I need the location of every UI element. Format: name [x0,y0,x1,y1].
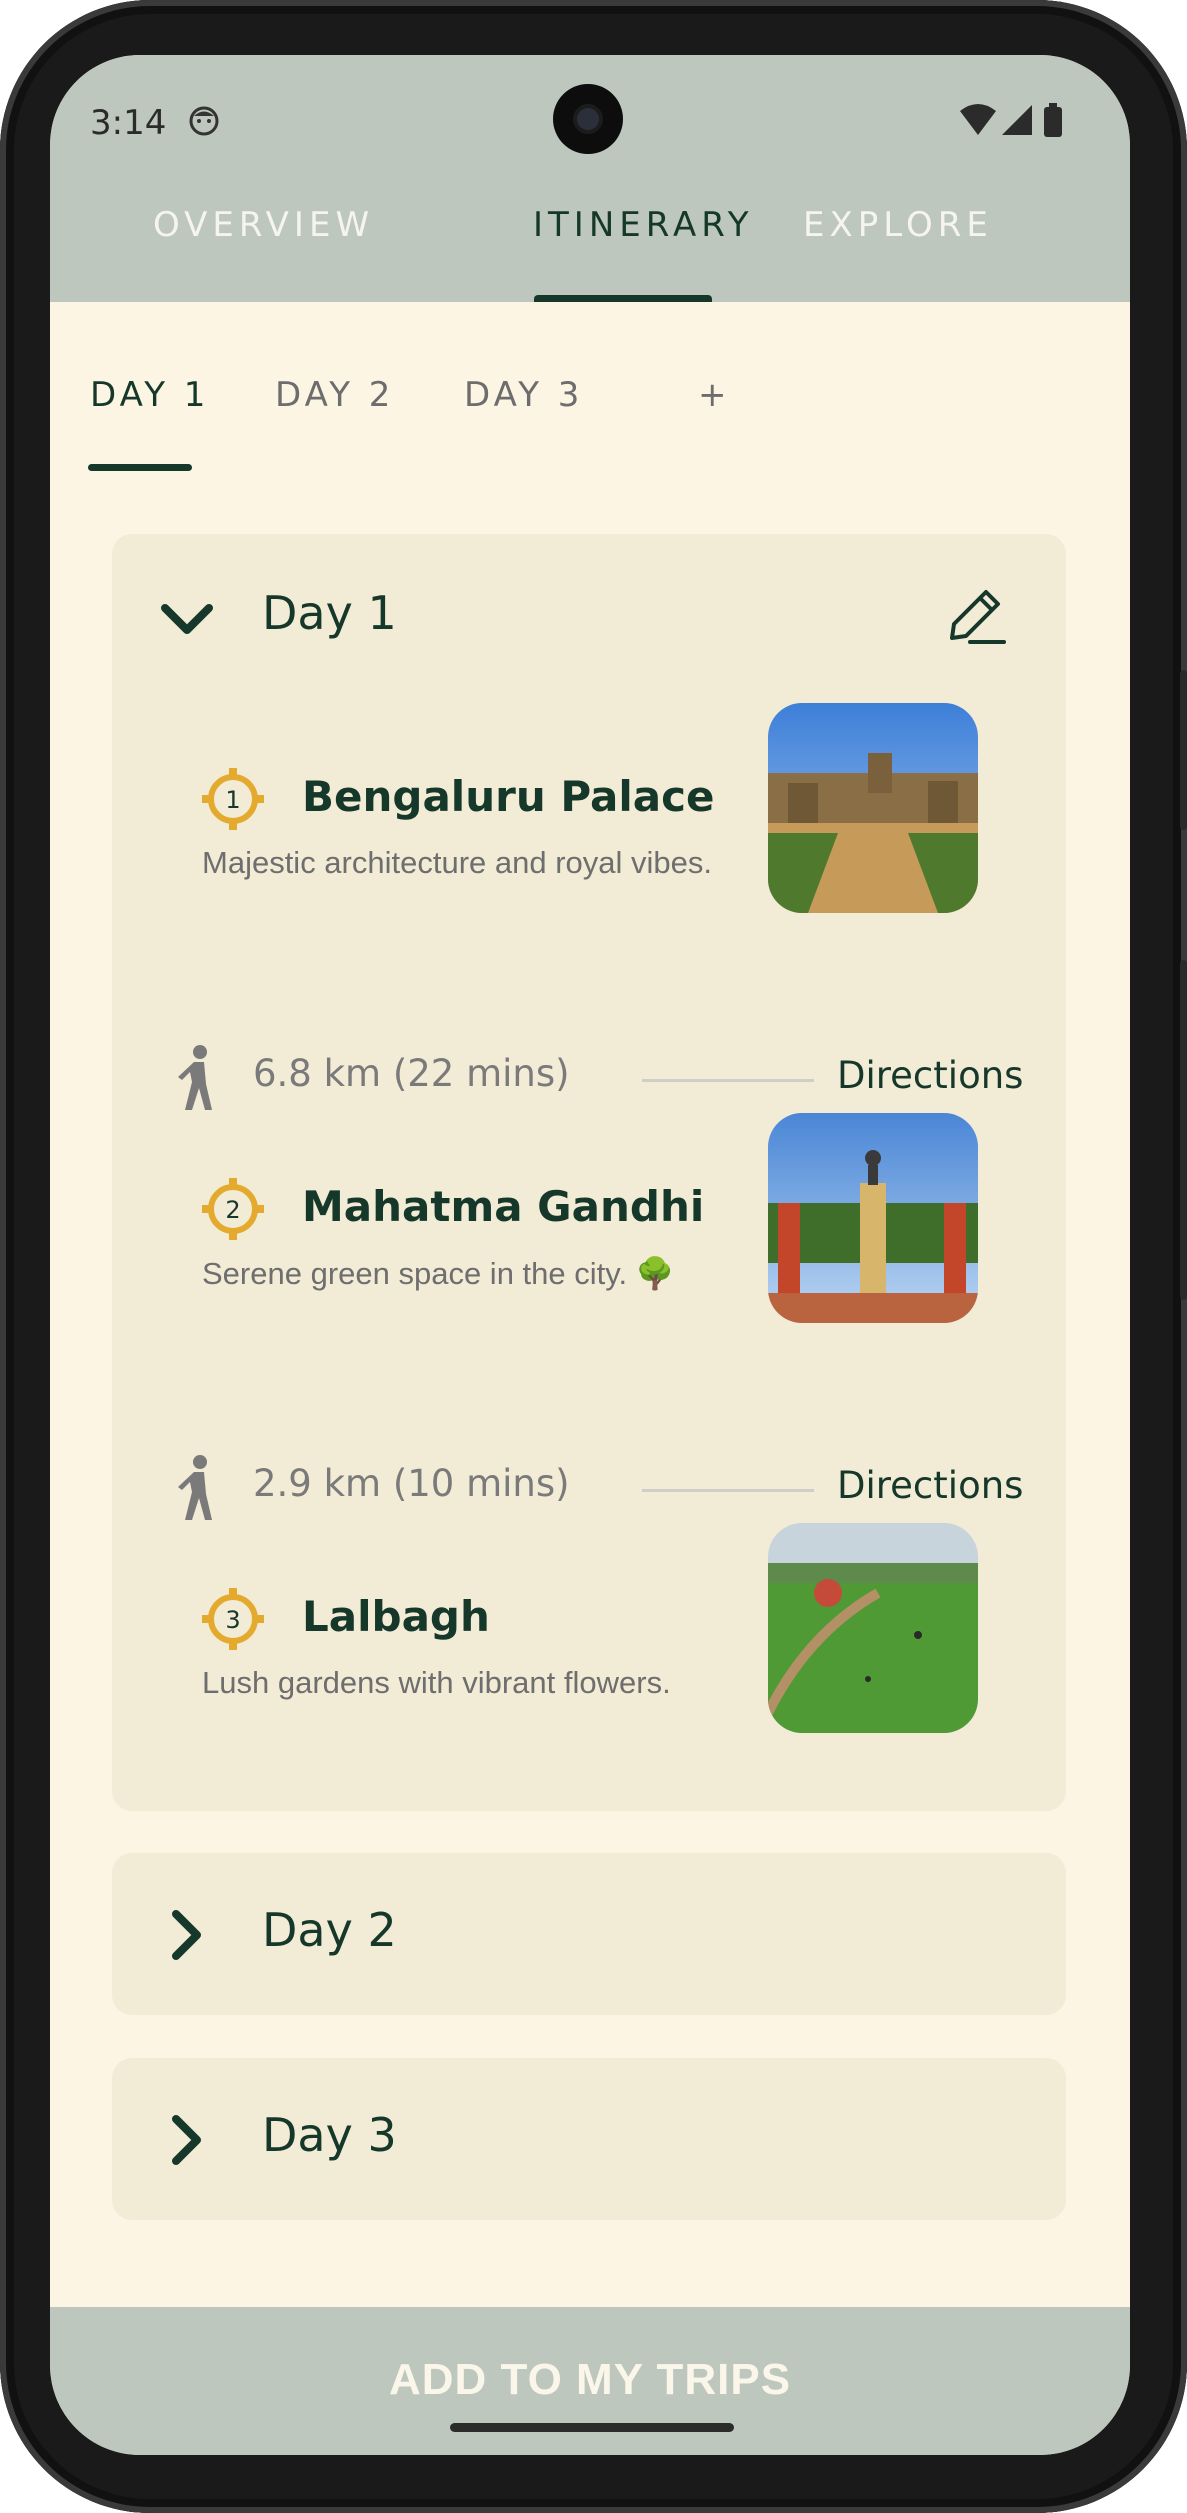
battery-icon [1044,107,1062,137]
day-1-title[interactable]: Day 1 [262,586,397,640]
location-target-icon: 3 [202,1588,264,1650]
chevron-down-icon[interactable] [160,602,214,638]
place-name[interactable]: Bengaluru Palace [302,772,714,821]
app-screen: 3:14 OVERVIEW ITINERARY EXPLORE DAY 1 DA… [50,55,1130,2455]
wifi-icon [960,104,996,135]
svg-text:1: 1 [225,786,240,814]
bengaluru-palace-image[interactable] [768,703,978,913]
mahatma-gandhi-image[interactable] [768,1113,978,1323]
place-description: Serene green space in the city. 🌳 [202,1256,675,1291]
day-2-card[interactable]: Day 2 [112,1853,1066,2015]
status-icons [960,103,1062,137]
phone-frame: 3:14 OVERVIEW ITINERARY EXPLORE DAY 1 DA… [0,0,1187,2513]
add-to-my-trips-button[interactable]: ADD TO MY TRIPS [50,2355,1130,2405]
day-2-title[interactable]: Day 2 [262,1903,397,1957]
tab-day-3[interactable]: DAY 3 [464,375,583,415]
leg-divider [642,1079,814,1082]
home-indicator[interactable] [450,2423,734,2432]
add-day-button[interactable]: + [698,375,731,415]
status-time: 3:14 [90,103,167,143]
tab-itinerary[interactable]: ITINERARY [533,205,753,245]
walk-icon [178,1455,212,1520]
tab-day-1[interactable]: DAY 1 [90,375,209,415]
place-name[interactable]: Lalbagh [302,1592,490,1641]
directions-link[interactable]: Directions [837,1054,1023,1097]
place-description: Lush gardens with vibrant flowers. [202,1665,671,1700]
top-tab-bar: OVERVIEW ITINERARY EXPLORE [50,205,1130,302]
tab-day-2[interactable]: DAY 2 [275,375,394,415]
chevron-right-icon[interactable] [170,2114,204,2166]
front-camera [553,84,623,154]
location-target-icon: 2 [202,1178,264,1240]
signal-icon [1002,105,1032,135]
tab-overview[interactable]: OVERVIEW [153,205,374,245]
app-header: 3:14 OVERVIEW ITINERARY EXPLORE [50,55,1130,302]
place-name[interactable]: Mahatma Gandhi [302,1182,704,1231]
volume-button [1180,670,1187,830]
leg-divider [642,1489,814,1492]
day-3-card[interactable]: Day 3 [112,2058,1066,2220]
location-target-icon: 1 [202,768,264,830]
svg-text:2: 2 [225,1196,240,1224]
svg-text:3: 3 [225,1606,240,1634]
active-tab-indicator [534,295,712,302]
walk-icon [178,1045,212,1110]
bottom-action-bar: ADD TO MY TRIPS [50,2307,1130,2455]
tab-explore[interactable]: EXPLORE [803,205,993,245]
lalbagh-image[interactable] [768,1523,978,1733]
face-icon [189,106,219,136]
chevron-right-icon[interactable] [170,1909,204,1961]
pencil-icon[interactable] [942,584,1006,648]
leg-distance: 2.9 km (10 mins) [253,1462,570,1505]
day-tab-bar: DAY 1 DAY 2 DAY 3 + [50,355,1130,475]
place-description: Majestic architecture and royal vibes. [202,845,713,880]
day-3-title[interactable]: Day 3 [262,2108,397,2162]
power-button [1180,960,1187,1300]
day-1-card: Day 1 1 Bengaluru Palace Majestic archit… [112,534,1066,1811]
leg-distance: 6.8 km (22 mins) [253,1052,570,1095]
active-day-indicator [88,464,192,471]
directions-link[interactable]: Directions [837,1464,1023,1507]
